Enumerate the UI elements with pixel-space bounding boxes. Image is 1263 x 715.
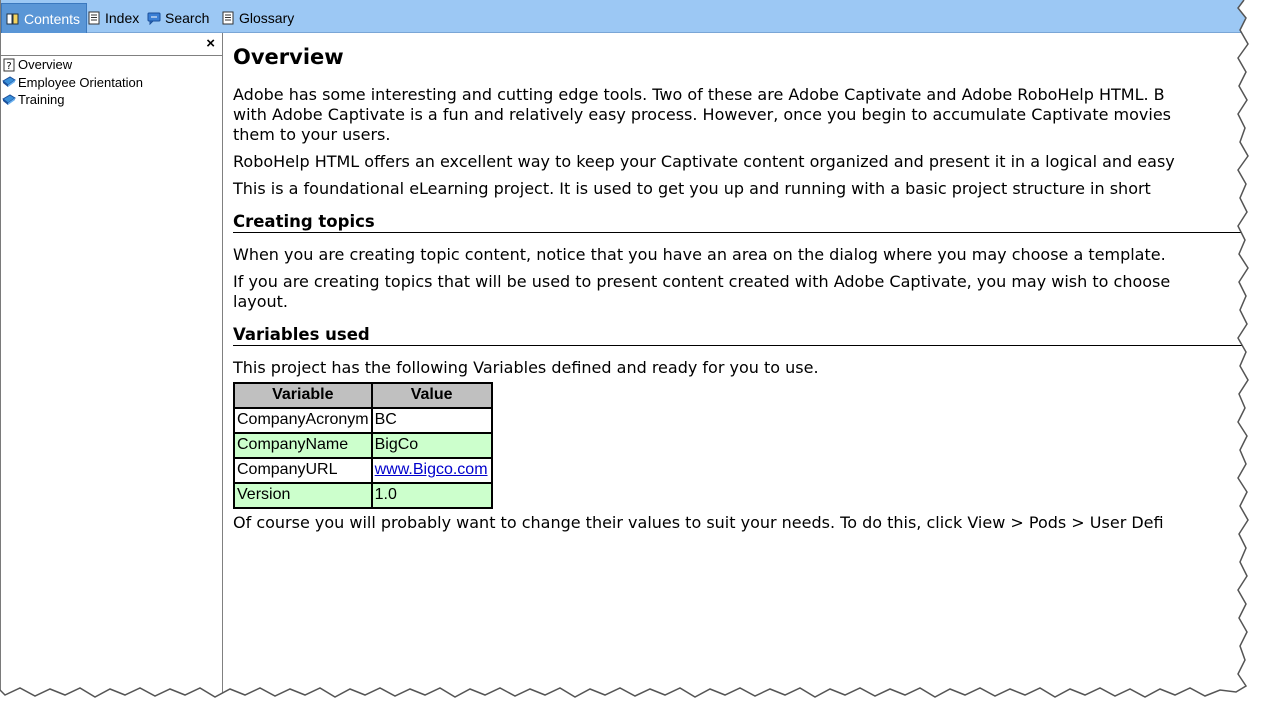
contents-pane: × ? Overview Employee Orientation Traini… — [1, 33, 223, 700]
toc-item-overview[interactable]: ? Overview — [1, 56, 222, 74]
foundational-paragraph: This is a foundational eLearning project… — [233, 179, 1151, 198]
variable-cell: CompanyAcronym — [233, 407, 373, 434]
column-header-value: Value — [370, 382, 493, 409]
value-cell: www.Bigco.com — [370, 457, 493, 484]
section-heading-variables-used: Variables used — [233, 325, 1251, 346]
closing-paragraph: Of course you will probably want to chan… — [233, 513, 1164, 532]
closed-book-icon — [2, 93, 16, 107]
toc-item-label: Employee Orientation — [18, 74, 144, 90]
book-icon — [6, 12, 20, 26]
topic-content: Overview Adobe has some interesting and … — [233, 33, 1251, 700]
paragraph-line: If you are creating topics that will be … — [233, 272, 1171, 291]
tab-label: Glossary — [239, 10, 295, 26]
tab-glossary[interactable]: Glossary — [221, 4, 294, 32]
toc-item-label: Training — [18, 92, 65, 108]
tab-label: Contents — [24, 10, 81, 27]
toc-tree: ? Overview Employee Orientation Training — [1, 56, 222, 109]
closed-book-icon — [2, 75, 16, 89]
tab-index[interactable]: Index — [87, 4, 139, 32]
page-title: Overview — [233, 45, 344, 69]
column-header-variable: Variable — [233, 382, 373, 409]
toc-item-training[interactable]: Training — [1, 91, 222, 109]
contents-pane-header: × — [1, 33, 222, 56]
intro-line: with Adobe Captivate is a fun and relati… — [233, 105, 1171, 124]
toc-item-label: Overview — [18, 57, 73, 73]
robohelp-paragraph: RoboHelp HTML offers an excellent way to… — [233, 152, 1175, 171]
paragraph-line: layout. — [233, 292, 289, 311]
search-bubble-icon — [147, 11, 161, 26]
tab-search[interactable]: Search — [147, 4, 209, 32]
captivate-topics-paragraph: If you are creating topics that will be … — [233, 272, 1251, 312]
intro-line: them to your users. — [233, 125, 391, 144]
svg-text:?: ? — [6, 61, 11, 72]
variable-cell: CompanyURL — [233, 457, 373, 484]
table-row: CompanyName BigCo — [233, 432, 493, 459]
company-url-link[interactable]: www.Bigco.com — [375, 461, 488, 478]
topic-question-icon: ? — [2, 58, 16, 72]
variable-cell: Version — [233, 482, 373, 509]
toc-item-employee-orientation[interactable]: Employee Orientation — [1, 74, 222, 92]
close-icon[interactable]: × — [206, 35, 215, 53]
table-header-row: Variable Value — [233, 382, 493, 409]
variables-table: Variable Value CompanyAcronym BC Company… — [233, 382, 493, 509]
index-page-icon — [87, 11, 101, 25]
variables-intro: This project has the following Variables… — [233, 358, 819, 377]
table-row: CompanyURL www.Bigco.com — [233, 457, 493, 484]
variable-cell: CompanyName — [233, 432, 373, 459]
tab-label: Search — [165, 10, 210, 26]
value-cell: 1.0 — [370, 482, 493, 509]
intro-paragraph: Adobe has some interesting and cutting e… — [233, 85, 1251, 145]
value-cell: BigCo — [370, 432, 493, 459]
glossary-page-icon — [221, 11, 235, 25]
section-heading-creating-topics: Creating topics — [233, 212, 1251, 233]
tab-label: Index — [105, 10, 140, 26]
creating-topics-paragraph: When you are creating topic content, not… — [233, 245, 1166, 264]
intro-line: Adobe has some interesting and cutting e… — [233, 85, 1165, 104]
value-cell: BC — [370, 407, 493, 434]
navigation-tab-bar: Contents Index Search Glossary — [1, 0, 1251, 33]
tab-contents[interactable]: Contents — [1, 3, 88, 33]
help-window: Contents Index Search Glossary × ? Overv… — [0, 0, 1251, 700]
table-row: CompanyAcronym BC — [233, 407, 493, 434]
table-row: Version 1.0 — [233, 482, 493, 509]
